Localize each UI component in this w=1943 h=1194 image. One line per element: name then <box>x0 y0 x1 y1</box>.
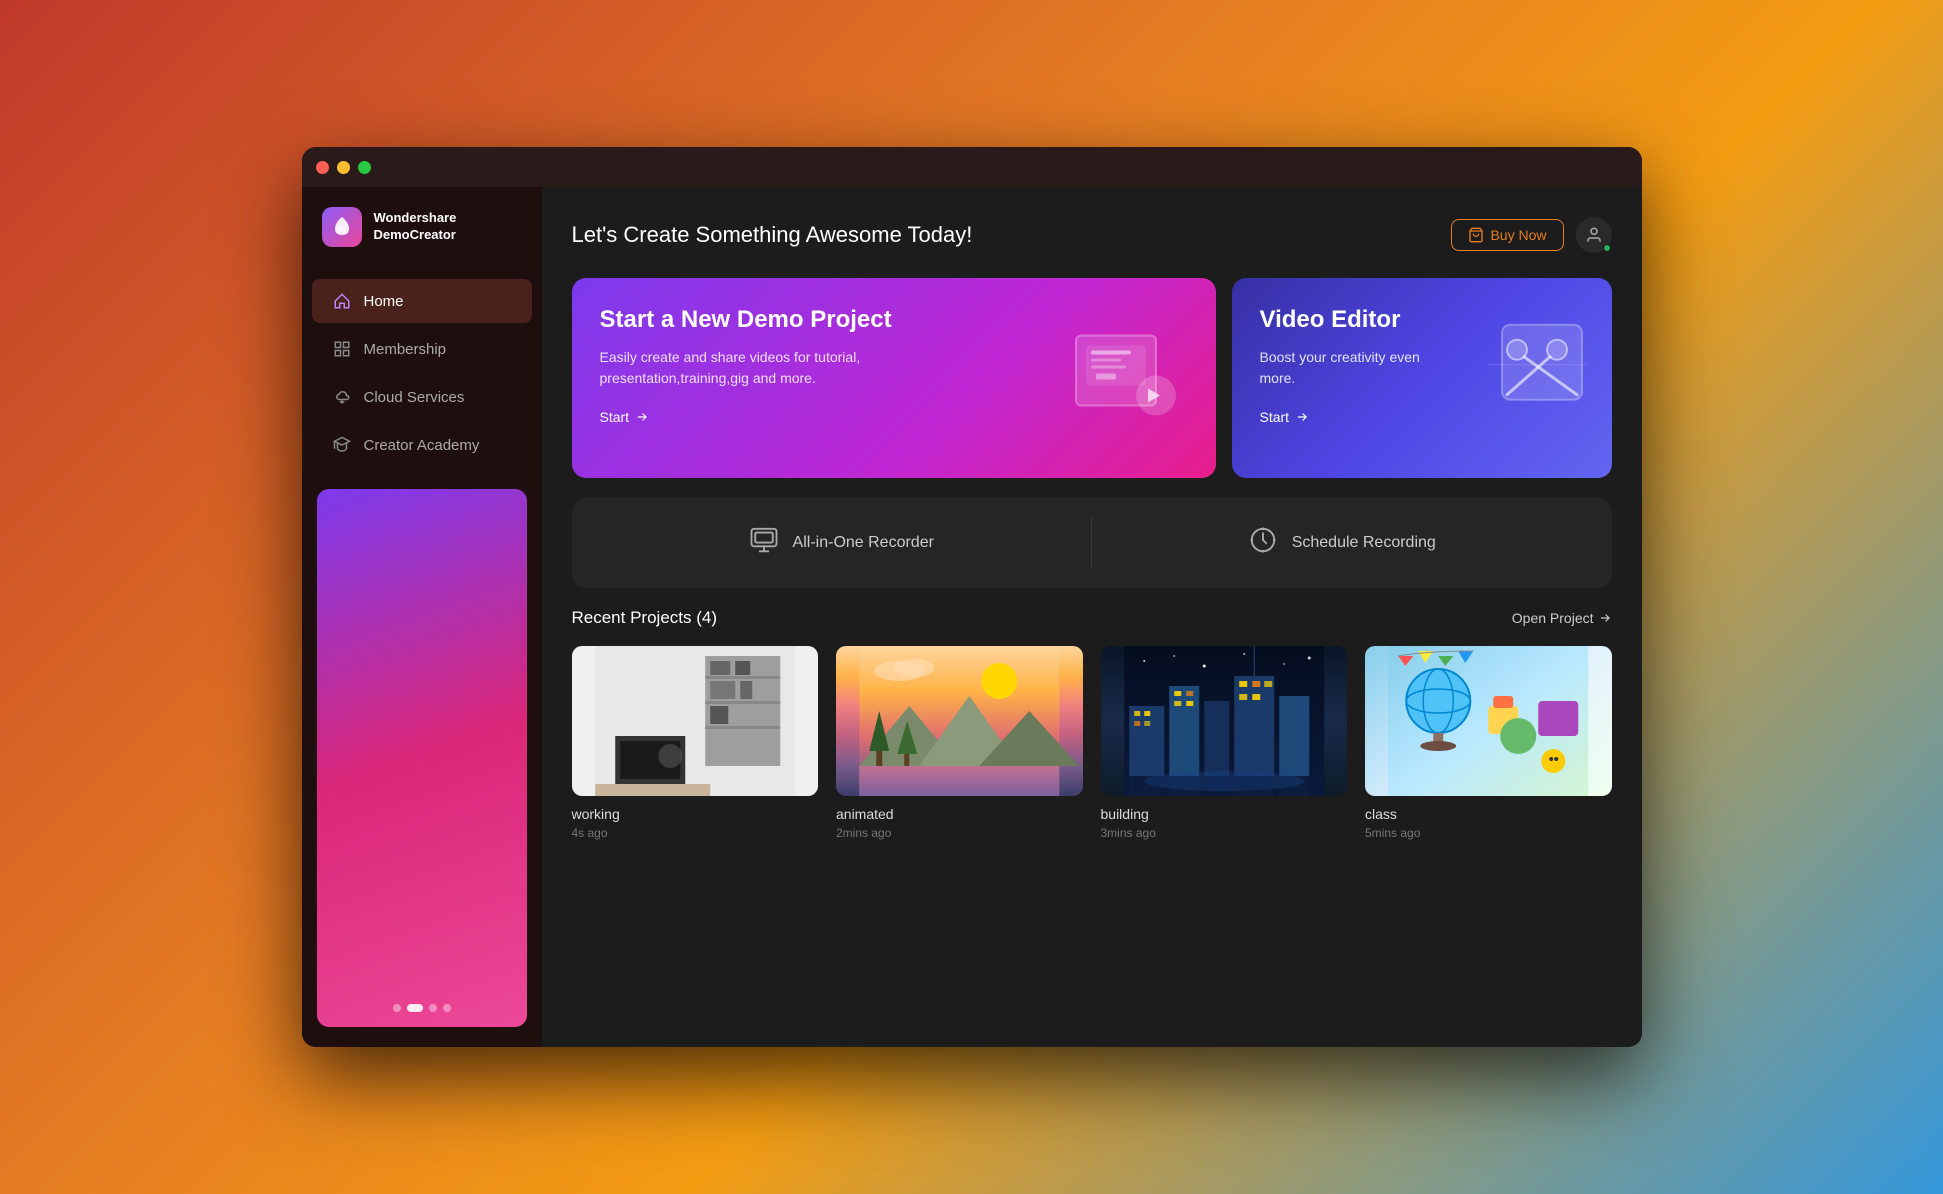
arrow-right-icon <box>635 410 649 424</box>
project-thumb-class <box>1365 646 1612 796</box>
schedule-label: Schedule Recording <box>1292 534 1436 552</box>
cards-row: Start a New Demo Project Easily create a… <box>572 278 1612 478</box>
main-layout: Wondershare DemoCreator Wondershare Demo… <box>302 187 1642 1047</box>
sidebar-item-membership[interactable]: Membership <box>312 327 532 371</box>
graduation-icon <box>332 435 352 455</box>
app-name: Wondershare DemoCreator Wondershare Demo… <box>374 210 457 244</box>
project-item-animated[interactable]: animated 2mins ago <box>836 646 1083 840</box>
demo-card-illustration <box>1066 316 1186 441</box>
recent-header: Recent Projects (4) Open Project <box>572 608 1612 628</box>
demo-card-desc: Easily create and share videos for tutor… <box>600 347 953 389</box>
cloud-icon <box>332 387 352 407</box>
app-logo-icon <box>322 207 362 247</box>
project-time-working: 4s ago <box>572 826 819 840</box>
project-name-animated: animated <box>836 806 1083 822</box>
buy-now-button[interactable]: Buy Now <box>1451 219 1563 251</box>
animated-scene <box>836 646 1083 796</box>
working-scene <box>572 646 819 796</box>
project-time-building: 3mins ago <box>1101 826 1348 840</box>
video-editor-illustration <box>1487 315 1597 430</box>
header-actions: Buy Now <box>1451 217 1611 253</box>
content-header: Let's Create Something Awesome Today! Bu… <box>572 217 1612 253</box>
nav-home-label: Home <box>364 293 404 310</box>
dot-1 <box>393 1004 401 1012</box>
dot-2 <box>407 1004 423 1012</box>
home-icon <box>332 291 352 311</box>
project-time-animated: 2mins ago <box>836 826 1083 840</box>
main-content: Let's Create Something Awesome Today! Bu… <box>542 187 1642 1047</box>
page-title: Let's Create Something Awesome Today! <box>572 222 973 248</box>
minimize-button[interactable] <box>337 161 350 174</box>
cart-icon <box>1468 227 1484 243</box>
project-name-class: class <box>1365 806 1612 822</box>
class-scene <box>1365 646 1612 796</box>
buy-now-label: Buy Now <box>1490 227 1546 243</box>
user-icon <box>1585 226 1603 244</box>
logo-area: Wondershare DemoCreator Wondershare Demo… <box>302 207 542 277</box>
recent-projects-title: Recent Projects (4) <box>572 608 718 628</box>
dot-3 <box>429 1004 437 1012</box>
preview-dots <box>393 1004 451 1012</box>
recorder-monitor-icon <box>749 525 779 562</box>
project-name-working: working <box>572 806 819 822</box>
app-window: Wondershare DemoCreator Wondershare Demo… <box>302 147 1642 1047</box>
close-button[interactable] <box>316 161 329 174</box>
nav-membership-label: Membership <box>364 341 447 358</box>
building-scene <box>1101 646 1348 796</box>
titlebar <box>302 147 1642 187</box>
projects-grid: working 4s ago <box>572 646 1612 840</box>
sidebar-item-creator-academy[interactable]: Creator Academy <box>312 423 532 467</box>
all-in-one-label: All-in-One Recorder <box>793 534 934 552</box>
project-item-class[interactable]: class 5mins ago <box>1365 646 1612 840</box>
all-in-one-recorder-button[interactable]: All-in-One Recorder <box>592 498 1092 588</box>
user-avatar[interactable] <box>1576 217 1612 253</box>
project-thumb-working <box>572 646 819 796</box>
grid-icon <box>332 339 352 359</box>
arrow-right-icon-2 <box>1295 410 1309 424</box>
clock-icon <box>1248 525 1278 562</box>
schedule-recording-button[interactable]: Schedule Recording <box>1092 498 1592 588</box>
dot-4 <box>443 1004 451 1012</box>
project-thumb-animated <box>836 646 1083 796</box>
recorder-bar: All-in-One Recorder Schedule Recording <box>572 498 1612 588</box>
sidebar-item-home[interactable]: Home <box>312 279 532 323</box>
online-indicator <box>1603 244 1611 252</box>
nav-creator-label: Creator Academy <box>364 437 480 454</box>
video-editor-card[interactable]: Video Editor Boost your creativity even … <box>1232 278 1612 478</box>
project-time-class: 5mins ago <box>1365 826 1612 840</box>
maximize-button[interactable] <box>358 161 371 174</box>
sidebar: Wondershare DemoCreator Wondershare Demo… <box>302 187 542 1047</box>
project-item-working[interactable]: working 4s ago <box>572 646 819 840</box>
project-name-building: building <box>1101 806 1348 822</box>
demo-project-card[interactable]: Start a New Demo Project Easily create a… <box>572 278 1216 478</box>
sidebar-preview <box>317 489 527 1027</box>
nav-cloud-label: Cloud Services <box>364 389 465 406</box>
project-thumb-building <box>1101 646 1348 796</box>
open-project-arrow-icon <box>1598 611 1612 625</box>
video-editor-desc: Boost your creativity even more. <box>1260 347 1454 389</box>
sidebar-item-cloud-services[interactable]: Cloud Services <box>312 375 532 419</box>
project-item-building[interactable]: building 3mins ago <box>1101 646 1348 840</box>
open-project-button[interactable]: Open Project <box>1512 610 1612 626</box>
